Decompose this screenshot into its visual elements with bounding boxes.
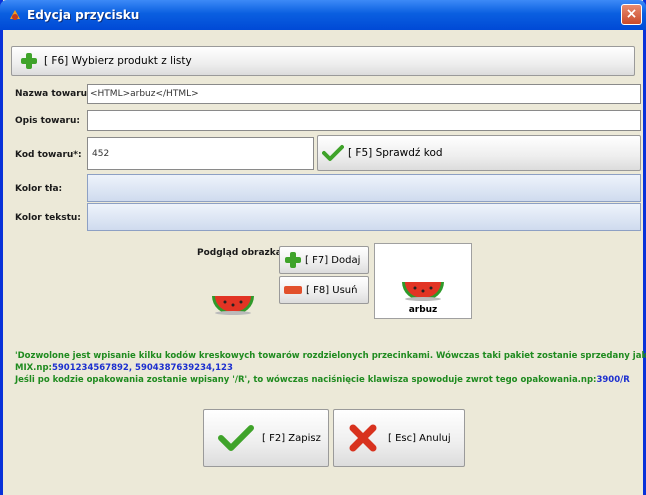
close-icon: × <box>625 6 638 22</box>
info-line-3: Jeśli po kodzie opakowania zostanie wpis… <box>15 375 630 385</box>
select-product-label: [ F6] Wybierz produkt z listy <box>44 55 192 67</box>
plus-icon <box>284 251 302 269</box>
code-label: Kod towaru*: <box>15 150 82 160</box>
code-field[interactable]: 452 <box>87 137 314 170</box>
info-line-1-text: 'Dozwolone jest wpisanie kilku kodów kre… <box>15 351 646 361</box>
info-line-2: MIX.np:5901234567892, 5904387639234,123 <box>15 363 233 373</box>
name-field[interactable]: <HTML>arbuz</HTML> <box>87 84 641 104</box>
description-field[interactable] <box>87 110 641 131</box>
remove-image-button[interactable]: [ F8] Usuń <box>279 276 369 304</box>
text-color-label: Kolor tekstu: <box>15 213 81 223</box>
checkmark-icon <box>322 145 344 161</box>
description-label: Opis towaru: <box>15 116 80 126</box>
cancel-label: [ Esc] Anuluj <box>388 432 451 444</box>
close-button[interactable]: × <box>621 4 642 25</box>
bg-color-label: Kolor tła: <box>15 184 63 194</box>
check-code-button[interactable]: [ F5] Sprawdź kod <box>317 135 641 171</box>
app-icon <box>10 10 20 20</box>
code-field-value: 452 <box>92 148 110 159</box>
watermelon-icon <box>212 296 254 315</box>
remove-image-label: [ F8] Usuń <box>306 284 358 296</box>
info-line-3-example: 3900/R <box>596 375 630 385</box>
save-label: [ F2] Zapisz <box>262 432 321 444</box>
dialog-content: [ F6] Wybierz produkt z listy Nazwa towa… <box>3 30 646 495</box>
save-button[interactable]: [ F2] Zapisz <box>203 409 329 467</box>
info-line-2-example: 5901234567892, 5904387639234,123 <box>51 363 233 373</box>
minus-icon <box>284 286 302 294</box>
preview-label: Podgląd obrazka: <box>197 248 286 258</box>
preview-caption: arbuz <box>408 305 438 315</box>
info-line-1: 'Dozwolone jest wpisanie kilku kodów kre… <box>15 351 646 361</box>
name-label: Nazwa towaru: <box>15 89 91 99</box>
watermelon-icon <box>402 282 444 301</box>
window-title: Edycja przycisku <box>27 8 140 22</box>
select-product-button[interactable]: [ F6] Wybierz produkt z listy <box>11 46 635 76</box>
checkmark-icon <box>218 425 254 451</box>
check-code-label: [ F5] Sprawdź kod <box>348 147 443 159</box>
dialog-window: Edycja przycisku × [ F6] Wybierz produkt… <box>0 0 646 495</box>
plus-icon <box>20 52 38 70</box>
button-preview: arbuz <box>374 243 472 319</box>
info-line-2-prefix: MIX.np: <box>15 363 52 373</box>
info-line-3-prefix: Jeśli po kodzie opakowania zostanie wpis… <box>15 375 597 385</box>
bg-color-picker[interactable] <box>87 174 641 202</box>
close-icon <box>349 424 377 452</box>
add-image-button[interactable]: [ F7] Dodaj <box>279 246 369 274</box>
title-bar[interactable]: Edycja przycisku × <box>0 0 646 30</box>
text-color-picker[interactable] <box>87 203 641 231</box>
cancel-button[interactable]: [ Esc] Anuluj <box>333 409 465 467</box>
add-image-label: [ F7] Dodaj <box>305 254 361 266</box>
name-field-value: <HTML>arbuz</HTML> <box>90 89 199 99</box>
